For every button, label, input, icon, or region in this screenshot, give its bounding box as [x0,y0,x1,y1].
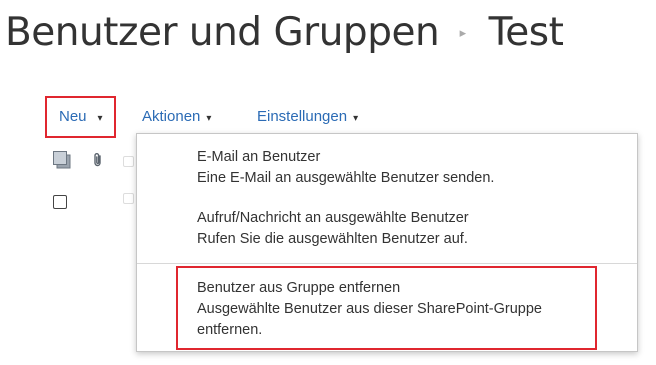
menu-item-call-message-users[interactable]: Aufruf/Nachricht an ausgewählte Benutzer… [137,208,637,250]
menu-item-title: Aufruf/Nachricht an ausgewählte Benutzer [197,210,469,226]
page-subtitle[interactable]: Test [489,10,564,55]
actions-dropdown-menu: E-Mail an Benutzer Eine E-Mail an ausgew… [136,133,638,352]
menu-item-description-continued: entfernen. [197,322,263,338]
menu-item-remove-users-from-group[interactable]: Benutzer aus Gruppe entfernen Ausgewählt… [137,278,637,341]
chevron-down-icon: ▾ [206,113,212,124]
actions-label: Aktionen [142,108,201,125]
actions-menu-button[interactable]: Aktionen ▾ [142,96,211,138]
chevron-down-icon: ▾ [353,113,359,124]
menu-item-title: Benutzer aus Gruppe entfernen [197,280,401,296]
menu-item-description: Eine E-Mail an ausgewählte Benutzer send… [197,170,495,186]
chevron-down-icon: ▾ [97,113,103,124]
row-checkbox[interactable] [53,195,67,209]
row-checkbox-secondary[interactable] [123,193,134,204]
new-button-label: Neu [59,108,87,125]
settings-menu-button[interactable]: Einstellungen ▾ [257,96,358,138]
settings-label: Einstellungen [257,108,348,125]
copy-icon[interactable] [52,150,72,170]
page-header: Benutzer und Gruppen ▸ Test [5,10,564,60]
new-button[interactable]: Neu ▾ [45,96,116,138]
menu-item-description: Rufen Sie die ausgewählten Benutzer auf. [197,231,468,247]
menu-item-title: E-Mail an Benutzer [197,149,321,165]
page-title: Benutzer und Gruppen [5,10,440,55]
menu-item-email-users[interactable]: E-Mail an Benutzer Eine E-Mail an ausgew… [137,147,637,189]
select-all-checkbox[interactable] [123,156,134,167]
menu-item-description: Ausgewählte Benutzer aus dieser SharePoi… [197,301,542,317]
attachment-icon[interactable] [92,152,104,168]
breadcrumb-separator-icon: ▸ [459,24,467,40]
menu-divider [137,263,637,264]
